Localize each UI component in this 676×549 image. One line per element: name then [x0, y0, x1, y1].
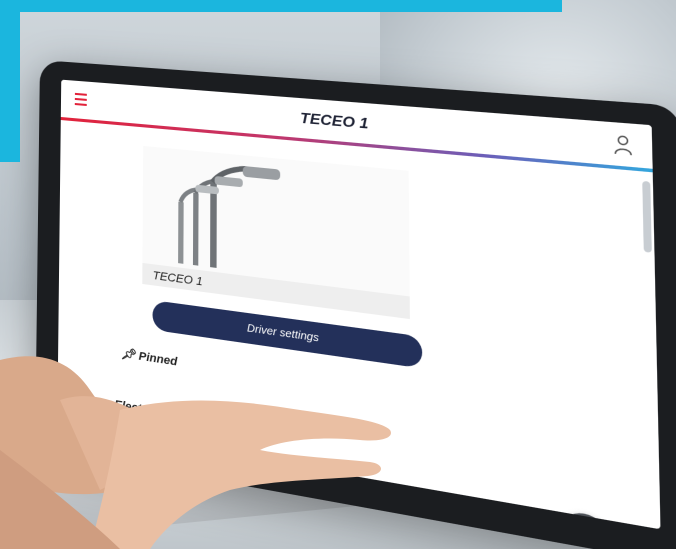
street-lamp-image: [163, 158, 281, 268]
product-name: TECEO 1: [152, 269, 203, 289]
cyan-frame-side: [0, 0, 20, 162]
product-card[interactable]: TECEO 1: [142, 145, 410, 320]
scrollbar[interactable]: [642, 180, 652, 253]
typing-hands-photo: [0, 356, 391, 549]
user-icon[interactable]: [612, 134, 633, 157]
cyan-frame-top: [0, 0, 562, 12]
photo-scene: TECEO 1 TECEO 1 Driver settings 📌︎ Pinne…: [0, 0, 676, 549]
qr-code-icon: [572, 524, 596, 530]
qr-scan-button[interactable]: [559, 509, 611, 530]
